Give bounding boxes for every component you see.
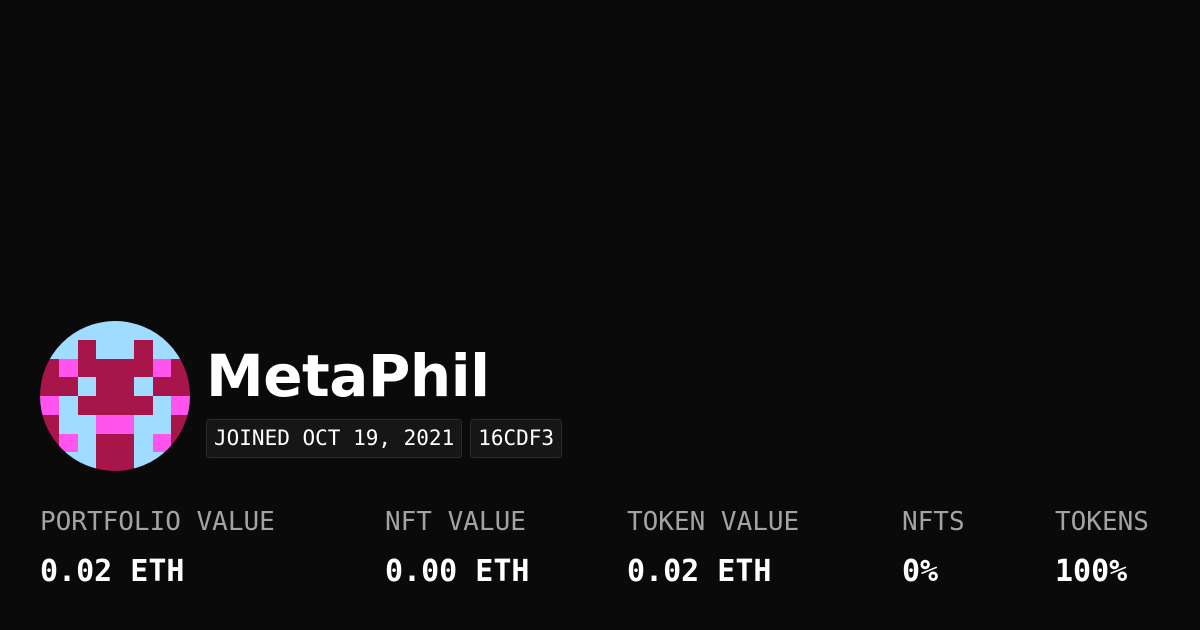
- avatar-pixel: [152, 339, 172, 359]
- avatar-pixel: [40, 377, 59, 396]
- avatar-pixel: [40, 339, 59, 359]
- avatar-pixel: [77, 321, 97, 340]
- avatar-pixel: [171, 414, 190, 434]
- stat-value: 0%: [902, 554, 939, 589]
- stat-value: 0.02 ETH: [40, 554, 185, 589]
- avatar-pixel: [115, 321, 134, 340]
- avatar-pixel: [115, 396, 134, 415]
- avatar-pixel: [77, 377, 97, 396]
- stat-label: NFTS: [902, 507, 965, 537]
- avatar-pixel: [152, 358, 172, 378]
- avatar-pixel: [40, 452, 59, 471]
- avatar-pixel: [96, 433, 115, 453]
- avatar-pixel: [133, 396, 153, 415]
- avatar-pixel: [133, 433, 153, 453]
- avatar: [40, 321, 190, 471]
- avatar-pixel: [133, 377, 153, 396]
- avatar-pixel: [152, 321, 172, 340]
- stat-value: 100%: [1055, 554, 1128, 589]
- avatar-pixel: [115, 358, 134, 378]
- avatar-pixel: [58, 396, 78, 415]
- avatar-pixel: [171, 358, 190, 378]
- avatar-pixel: [133, 452, 153, 471]
- avatar-pixel: [133, 339, 153, 359]
- avatar-pixel: [171, 377, 190, 396]
- avatar-pixel: [58, 358, 78, 378]
- avatar-pixel: [115, 414, 134, 434]
- avatar-pixel: [133, 321, 153, 340]
- avatar-pixel: [171, 396, 190, 415]
- avatar-pixel: [115, 339, 134, 359]
- avatar-pixel: [77, 396, 97, 415]
- avatar-pixel: [133, 414, 153, 434]
- avatar-pixel: [58, 321, 78, 340]
- stat-label: PORTFOLIO VALUE: [40, 507, 275, 537]
- avatar-pixel: [40, 321, 59, 340]
- avatar-pixel: [96, 396, 115, 415]
- joined-date-badge: JOINED OCT 19, 2021: [206, 419, 463, 458]
- avatar-pixel: [58, 377, 78, 396]
- stat-value: 0.02 ETH: [627, 554, 772, 589]
- avatar-pixel: [96, 358, 115, 378]
- avatar-pixel: [58, 414, 78, 434]
- avatar-pixel: [171, 452, 190, 471]
- avatar-pixel: [77, 452, 97, 471]
- avatar-pixel: [77, 433, 97, 453]
- avatar-pixel: [96, 377, 115, 396]
- avatar-pixel: [58, 452, 78, 471]
- address-badge: 16CDF3: [470, 419, 563, 458]
- avatar-pixel: [152, 396, 172, 415]
- avatar-pixel: [77, 358, 97, 378]
- stat-nft-value: NFT VALUE 0.00 ETH: [385, 506, 530, 592]
- avatar-pixel: [115, 433, 134, 453]
- stat-nfts: NFTS 0%: [902, 506, 965, 592]
- avatar-pixel: [171, 339, 190, 359]
- avatar-pixel: [133, 358, 153, 378]
- stat-value: 0.00 ETH: [385, 554, 530, 589]
- profile-name: MetaPhil: [206, 342, 490, 410]
- avatar-pixel: [40, 414, 59, 434]
- avatar-pixel: [171, 321, 190, 340]
- stat-label: TOKENS: [1055, 507, 1149, 537]
- avatar-pixel: [152, 433, 172, 453]
- avatar-pixel: [40, 358, 59, 378]
- avatar-pixel: [152, 377, 172, 396]
- avatar-pixel: [96, 452, 115, 471]
- stat-token-value: TOKEN VALUE 0.02 ETH: [627, 506, 799, 592]
- avatar-pixel: [152, 452, 172, 471]
- avatar-pixel: [96, 321, 115, 340]
- stat-label: TOKEN VALUE: [627, 507, 800, 537]
- stat-label: NFT VALUE: [385, 507, 526, 537]
- avatar-pixel: [171, 433, 190, 453]
- avatar-pixel: [77, 414, 97, 434]
- stat-portfolio-value: PORTFOLIO VALUE 0.02 ETH: [40, 506, 275, 592]
- avatar-pixel: [58, 339, 78, 359]
- avatar-pixel: [96, 414, 115, 434]
- stat-tokens: TOKENS 100%: [1055, 506, 1149, 592]
- avatar-pixel: [115, 452, 134, 471]
- profile-tags: JOINED OCT 19, 2021 16CDF3: [206, 419, 563, 458]
- avatar-pixel: [152, 414, 172, 434]
- avatar-pixel: [96, 339, 115, 359]
- avatar-pixel: [115, 377, 134, 396]
- avatar-pixel: [77, 339, 97, 359]
- avatar-pixel: [40, 396, 59, 415]
- avatar-pixel: [40, 433, 59, 453]
- avatar-pixel: [58, 433, 78, 453]
